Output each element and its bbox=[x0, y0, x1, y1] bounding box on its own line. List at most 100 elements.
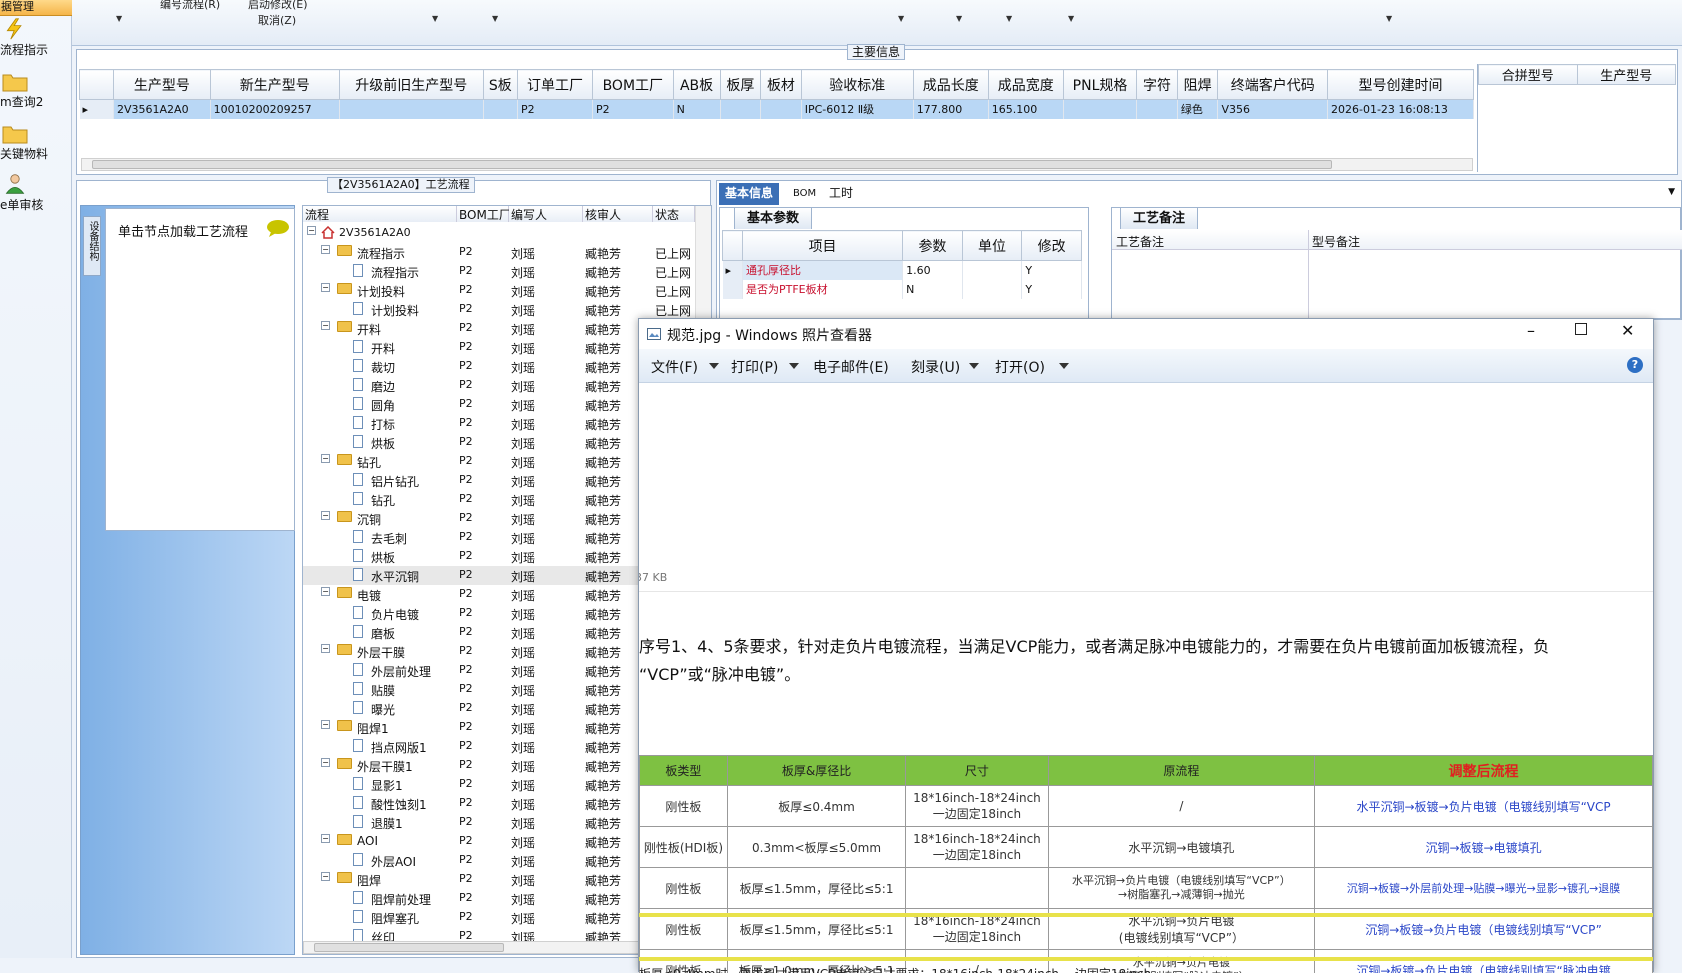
chevron-down-icon[interactable] bbox=[1059, 363, 1069, 369]
col-header[interactable]: 型号创建时间 bbox=[1328, 70, 1474, 100]
tree-leaf-row[interactable]: 挡点网版1P2刘瑶臧艳芳 bbox=[303, 737, 695, 756]
tree-leaf-row[interactable]: 磨板P2刘瑶臧艳芳 bbox=[303, 623, 695, 642]
tree-leaf-row[interactable]: 阻焊前处理P2刘瑶臧艳芳 bbox=[303, 889, 695, 908]
nav-item-key-materials[interactable]: 关键物料 bbox=[0, 122, 72, 162]
table-row[interactable]: ▸ 通孔厚径比 1.60 Y bbox=[723, 261, 1082, 280]
tab-work-hours[interactable]: 工时 bbox=[823, 183, 859, 205]
tree-leaf-row[interactable]: 外层前处理P2刘瑶臧艳芳 bbox=[303, 661, 695, 680]
col-header[interactable]: 型号备注 bbox=[1312, 233, 1360, 250]
collapse-icon[interactable]: − bbox=[321, 720, 330, 729]
col-header[interactable]: 参数 bbox=[903, 231, 963, 261]
maximize-icon[interactable] bbox=[1575, 323, 1587, 335]
chevron-down-icon[interactable] bbox=[709, 363, 719, 369]
tree-folder-row[interactable]: −流程指示P2刘瑶臧艳芳已上网 bbox=[303, 243, 695, 262]
title-bar[interactable]: 规范.jpg - Windows 照片查看器 – ✕ bbox=[639, 319, 1653, 349]
tree-leaf-row[interactable]: 圆角P2刘瑶臧艳芳 bbox=[303, 395, 695, 414]
col-header[interactable]: 合拼型号 bbox=[1479, 65, 1578, 85]
close-icon[interactable]: ✕ bbox=[1621, 321, 1634, 340]
chevron-down-icon[interactable]: ▼ bbox=[1006, 14, 1012, 23]
toolbar-item-start-edit[interactable]: 启动修改(E) bbox=[248, 0, 308, 12]
tree-folder-row[interactable]: −开料P2刘瑶臧艳芳 bbox=[303, 319, 695, 338]
minimize-icon[interactable]: – bbox=[1527, 321, 1535, 340]
tree-folder-row[interactable]: −AOIP2刘瑶臧艳芳 bbox=[303, 832, 695, 851]
tree-folder-row[interactable]: −阻焊1P2刘瑶臧艳芳 bbox=[303, 718, 695, 737]
col-header[interactable]: 新生产型号 bbox=[210, 70, 339, 100]
tree-leaf-row[interactable]: 裁切P2刘瑶臧艳芳 bbox=[303, 357, 695, 376]
tab-basic-info[interactable]: 基本信息 bbox=[719, 183, 779, 205]
collapse-icon[interactable]: − bbox=[307, 226, 316, 235]
col-header[interactable]: 状态 bbox=[653, 206, 695, 222]
menu-print[interactable]: 打印(P) bbox=[731, 357, 778, 377]
tree-leaf-row[interactable]: 阻焊塞孔P2刘瑶臧艳芳 bbox=[303, 908, 695, 927]
chevron-down-icon[interactable]: ▼ bbox=[116, 14, 122, 23]
menu-file[interactable]: 文件(F) bbox=[651, 357, 698, 377]
tree-folder-row[interactable]: −沉铜P2刘瑶臧艳芳 bbox=[303, 509, 695, 528]
col-header[interactable]: PNL规格 bbox=[1063, 70, 1136, 100]
collapse-icon[interactable]: − bbox=[321, 454, 330, 463]
col-header[interactable]: 订单工厂 bbox=[518, 70, 593, 100]
collapse-icon[interactable]: − bbox=[321, 587, 330, 596]
col-header[interactable]: 项目 bbox=[743, 231, 903, 261]
tree-folder-row[interactable]: −外层干膜P2刘瑶臧艳芳 bbox=[303, 642, 695, 661]
col-header[interactable]: AB板 bbox=[673, 70, 720, 100]
tree-leaf-row[interactable]: 水平沉铜P2刘瑶臧艳芳 bbox=[303, 566, 695, 585]
tree-leaf-row[interactable]: 钻孔P2刘瑶臧艳芳 bbox=[303, 490, 695, 509]
col-header[interactable]: 编写人 bbox=[509, 206, 583, 222]
chevron-down-icon[interactable]: ▼ bbox=[898, 14, 904, 23]
nav-item-order-review[interactable]: e单审核 bbox=[0, 173, 72, 213]
col-header[interactable]: 生产型号 bbox=[1577, 65, 1676, 85]
tab-bom[interactable]: BOM bbox=[787, 183, 822, 205]
menu-email[interactable]: 电子邮件(E) bbox=[813, 357, 889, 377]
tree-root[interactable]: − 2V3561A2A0 bbox=[303, 224, 695, 243]
col-header[interactable]: 单位 bbox=[962, 231, 1022, 261]
col-header[interactable]: 验收标准 bbox=[801, 70, 913, 100]
tree-folder-row[interactable]: −电镀P2刘瑶臧艳芳 bbox=[303, 585, 695, 604]
col-header[interactable]: 字符 bbox=[1137, 70, 1178, 100]
tree-folder-row[interactable]: −外层干膜1P2刘瑶臧艳芳 bbox=[303, 756, 695, 775]
tree-leaf-row[interactable]: 流程指示P2刘瑶臧艳芳已上网 bbox=[303, 262, 695, 281]
tree-leaf-row[interactable]: 打标P2刘瑶臧艳芳 bbox=[303, 414, 695, 433]
collapse-icon[interactable]: − bbox=[321, 644, 330, 653]
col-header[interactable]: 升级前旧生产型号 bbox=[339, 70, 483, 100]
toolbar-item-number-flow[interactable]: 编号流程(R) bbox=[160, 0, 220, 12]
col-header[interactable]: 流程 bbox=[303, 206, 457, 222]
table-row[interactable]: 是否为PTFE板材 N Y bbox=[723, 280, 1082, 299]
chevron-down-icon[interactable]: ▼ bbox=[432, 14, 438, 23]
collapse-icon[interactable]: − bbox=[321, 834, 330, 843]
chevron-down-icon[interactable]: ▼ bbox=[956, 14, 962, 23]
photo-viewer-window[interactable]: 规范.jpg - Windows 照片查看器 – ✕ 文件(F) 打印(P) 电… bbox=[638, 318, 1654, 972]
tree-leaf-row[interactable]: 烘板P2刘瑶臧艳芳 bbox=[303, 433, 695, 452]
tree-leaf-row[interactable]: 曝光P2刘瑶臧艳芳 bbox=[303, 699, 695, 718]
collapse-icon[interactable]: − bbox=[321, 511, 330, 520]
col-header[interactable]: 终端客户代码 bbox=[1218, 70, 1328, 100]
chevron-down-icon[interactable] bbox=[789, 363, 799, 369]
menu-open[interactable]: 打开(O) bbox=[995, 357, 1045, 377]
chevron-down-icon[interactable] bbox=[969, 363, 979, 369]
chevron-down-icon[interactable]: ▼ bbox=[492, 14, 498, 23]
tree-leaf-row[interactable]: 去毛刺P2刘瑶臧艳芳 bbox=[303, 528, 695, 547]
chevron-down-icon[interactable]: ▼ bbox=[1386, 14, 1392, 23]
tree-leaf-row[interactable]: 外层AOIP2刘瑶臧艳芳 bbox=[303, 851, 695, 870]
tree-folder-row[interactable]: −计划投料P2刘瑶臧艳芳已上网 bbox=[303, 281, 695, 300]
tree-leaf-row[interactable]: 磨边P2刘瑶臧艳芳 bbox=[303, 376, 695, 395]
collapse-icon[interactable]: − bbox=[321, 245, 330, 254]
tree-leaf-row[interactable]: 显影1P2刘瑶臧艳芳 bbox=[303, 775, 695, 794]
collapse-icon[interactable]: − bbox=[321, 758, 330, 767]
tree-leaf-row[interactable]: 计划投料P2刘瑶臧艳芳已上网 bbox=[303, 300, 695, 319]
nav-item-flow-indicator[interactable]: 流程指示 bbox=[0, 18, 72, 58]
menu-burn[interactable]: 刻录(U) bbox=[911, 357, 960, 377]
scrollbar-thumb[interactable] bbox=[314, 943, 504, 952]
nav-header[interactable]: 据管理 bbox=[0, 0, 72, 16]
help-icon[interactable]: ? bbox=[1627, 357, 1643, 373]
tree-leaf-row[interactable]: 酸性蚀刻1P2刘瑶臧艳芳 bbox=[303, 794, 695, 813]
tree-leaf-row[interactable]: 负片电镀P2刘瑶臧艳芳 bbox=[303, 604, 695, 623]
collapse-icon[interactable]: − bbox=[321, 283, 330, 292]
tree-leaf-row[interactable]: 退膜1P2刘瑶臧艳芳 bbox=[303, 813, 695, 832]
tree-leaf-row[interactable]: 贴膜P2刘瑶臧艳芳 bbox=[303, 680, 695, 699]
col-header[interactable]: 阻焊 bbox=[1177, 70, 1218, 100]
col-header[interactable]: 成品宽度 bbox=[988, 70, 1063, 100]
col-header[interactable]: 修改 bbox=[1022, 231, 1082, 261]
tree-folder-row[interactable]: −阻焊P2刘瑶臧艳芳 bbox=[303, 870, 695, 889]
col-header[interactable]: 工艺备注 bbox=[1116, 233, 1164, 250]
horizontal-scrollbar[interactable] bbox=[81, 158, 1473, 171]
